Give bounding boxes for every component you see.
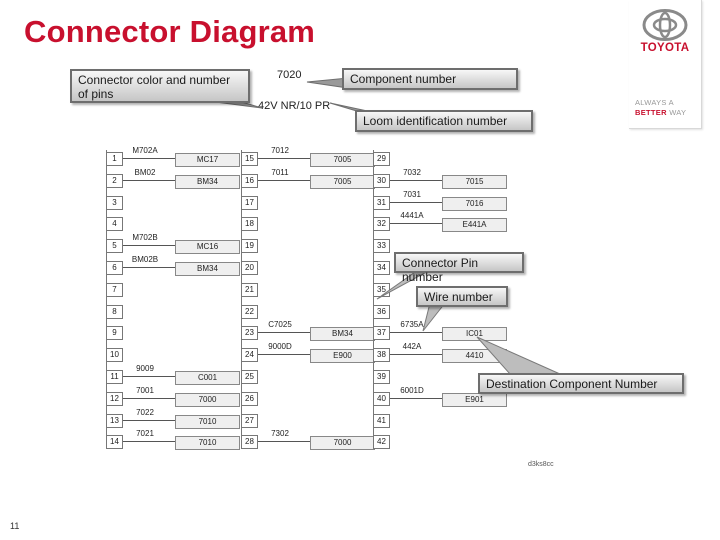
tagline-line1: ALWAYS A bbox=[635, 98, 674, 107]
callout-destination-component: Destination Component Number bbox=[478, 373, 684, 394]
connector-pin: 35 bbox=[373, 283, 390, 297]
destination-component: C001 bbox=[175, 371, 240, 385]
connector-pin: 18 bbox=[241, 217, 258, 231]
destination-component: 7010 bbox=[175, 415, 240, 429]
connector-pin: 27 bbox=[241, 414, 258, 428]
connector-pin: 36 bbox=[373, 305, 390, 319]
wire-number: 7001 bbox=[136, 386, 154, 395]
brand-name: TOYOTA bbox=[640, 42, 690, 54]
wire-line bbox=[390, 223, 442, 224]
wire-number: 7031 bbox=[403, 190, 421, 199]
connector-pin: 42 bbox=[373, 435, 390, 449]
connector-pin: 3 bbox=[106, 196, 123, 210]
wire-line bbox=[123, 441, 175, 442]
wire-line bbox=[123, 398, 175, 399]
connector-pin: 25 bbox=[241, 370, 258, 384]
destination-component: BM34 bbox=[175, 262, 240, 276]
wire-line bbox=[123, 420, 175, 421]
wire-line bbox=[123, 267, 175, 268]
wire-number: 7032 bbox=[403, 168, 421, 177]
destination-component: 7010 bbox=[175, 436, 240, 450]
wire-number: M702A bbox=[132, 146, 158, 155]
wire-number: 442A bbox=[402, 342, 422, 351]
tagline-way: WAY bbox=[666, 108, 687, 117]
connector-pin: 21 bbox=[241, 283, 258, 297]
callout-component-number: Component number bbox=[342, 68, 518, 90]
destination-component: 7005 bbox=[310, 153, 375, 167]
loom-id-label: 42V NR/10 PR bbox=[258, 100, 331, 112]
connector-pin: 22 bbox=[241, 305, 258, 319]
tagline-line2: BETTER WAY bbox=[635, 108, 686, 117]
wire-line bbox=[123, 245, 175, 246]
figure-code: d3ks8cc bbox=[528, 461, 554, 468]
connector-pin: 10 bbox=[106, 348, 123, 362]
destination-component: 4410 bbox=[442, 349, 507, 363]
connector-pin: 19 bbox=[241, 239, 258, 253]
wire-line bbox=[390, 398, 442, 399]
wire-line bbox=[390, 180, 442, 181]
connector-pin: 17 bbox=[241, 196, 258, 210]
wire-line bbox=[258, 354, 310, 355]
destination-component: 7000 bbox=[175, 393, 240, 407]
wire-number: 9009 bbox=[136, 364, 154, 373]
connector-pin: 20 bbox=[241, 261, 258, 275]
page-number: 11 bbox=[10, 521, 20, 531]
connector-pin: 9 bbox=[106, 326, 123, 340]
wire-number: 9000D bbox=[268, 342, 292, 351]
destination-component: 7005 bbox=[310, 175, 375, 189]
wire-number: 4441A bbox=[400, 211, 424, 220]
wire-line bbox=[123, 158, 175, 159]
callout-connector-pin: Connector Pin number bbox=[394, 252, 524, 284]
wire-number: 7302 bbox=[271, 429, 289, 438]
toyota-logo-panel: TOYOTA ALWAYS A BETTER WAY bbox=[629, 0, 702, 129]
wire-number: BM02B bbox=[131, 255, 159, 264]
wire-line bbox=[123, 376, 175, 377]
callout-connector-color: Connector color and number of pins bbox=[70, 69, 250, 103]
destination-component: BM34 bbox=[310, 327, 375, 341]
wire-number: BM02 bbox=[134, 168, 156, 177]
page-title: Connector Diagram bbox=[24, 14, 316, 49]
wire-line bbox=[258, 332, 310, 333]
tagline-better: BETTER bbox=[635, 108, 667, 117]
wire-number: 7012 bbox=[271, 146, 289, 155]
wire-line bbox=[390, 354, 442, 355]
wire-line bbox=[390, 332, 442, 333]
destination-component: MC16 bbox=[175, 240, 240, 254]
destination-component: E901 bbox=[442, 393, 507, 407]
destination-component: 7016 bbox=[442, 197, 507, 211]
connector-pin: 29 bbox=[373, 152, 390, 166]
wire-line bbox=[390, 202, 442, 203]
wire-number: C7025 bbox=[268, 320, 292, 329]
connector-pin: 26 bbox=[241, 392, 258, 406]
callout-wire-number: Wire number bbox=[416, 286, 508, 307]
destination-component: BM34 bbox=[175, 175, 240, 189]
connector-pin: 8 bbox=[106, 305, 123, 319]
destination-component: 7015 bbox=[442, 175, 507, 189]
callout-loom-identification: Loom identification number bbox=[355, 110, 533, 132]
destination-component: IC01 bbox=[442, 327, 507, 341]
connector-pin: 39 bbox=[373, 370, 390, 384]
connector-pin: 7 bbox=[106, 283, 123, 297]
wire-line bbox=[258, 158, 310, 159]
component-number-label: 7020 bbox=[277, 69, 302, 81]
destination-component: MC17 bbox=[175, 153, 240, 167]
connector-pin: 34 bbox=[373, 261, 390, 275]
wire-number: 6001D bbox=[400, 386, 424, 395]
wire-line bbox=[258, 441, 310, 442]
wire-line bbox=[258, 180, 310, 181]
wire-number: 6735A bbox=[400, 320, 424, 329]
destination-component: E441A bbox=[442, 218, 507, 232]
connector-pin: 33 bbox=[373, 239, 390, 253]
wire-number: M702B bbox=[132, 233, 158, 242]
wire-line bbox=[123, 180, 175, 181]
connector-pin: 4 bbox=[106, 217, 123, 231]
wire-number: 7021 bbox=[136, 429, 154, 438]
destination-component: 7000 bbox=[310, 436, 375, 450]
toyota-emblem-icon bbox=[642, 9, 688, 41]
connector-pin: 41 bbox=[373, 414, 390, 428]
wire-number: 7022 bbox=[136, 408, 154, 417]
destination-component: E900 bbox=[310, 349, 375, 363]
wire-number: 7011 bbox=[271, 168, 289, 177]
